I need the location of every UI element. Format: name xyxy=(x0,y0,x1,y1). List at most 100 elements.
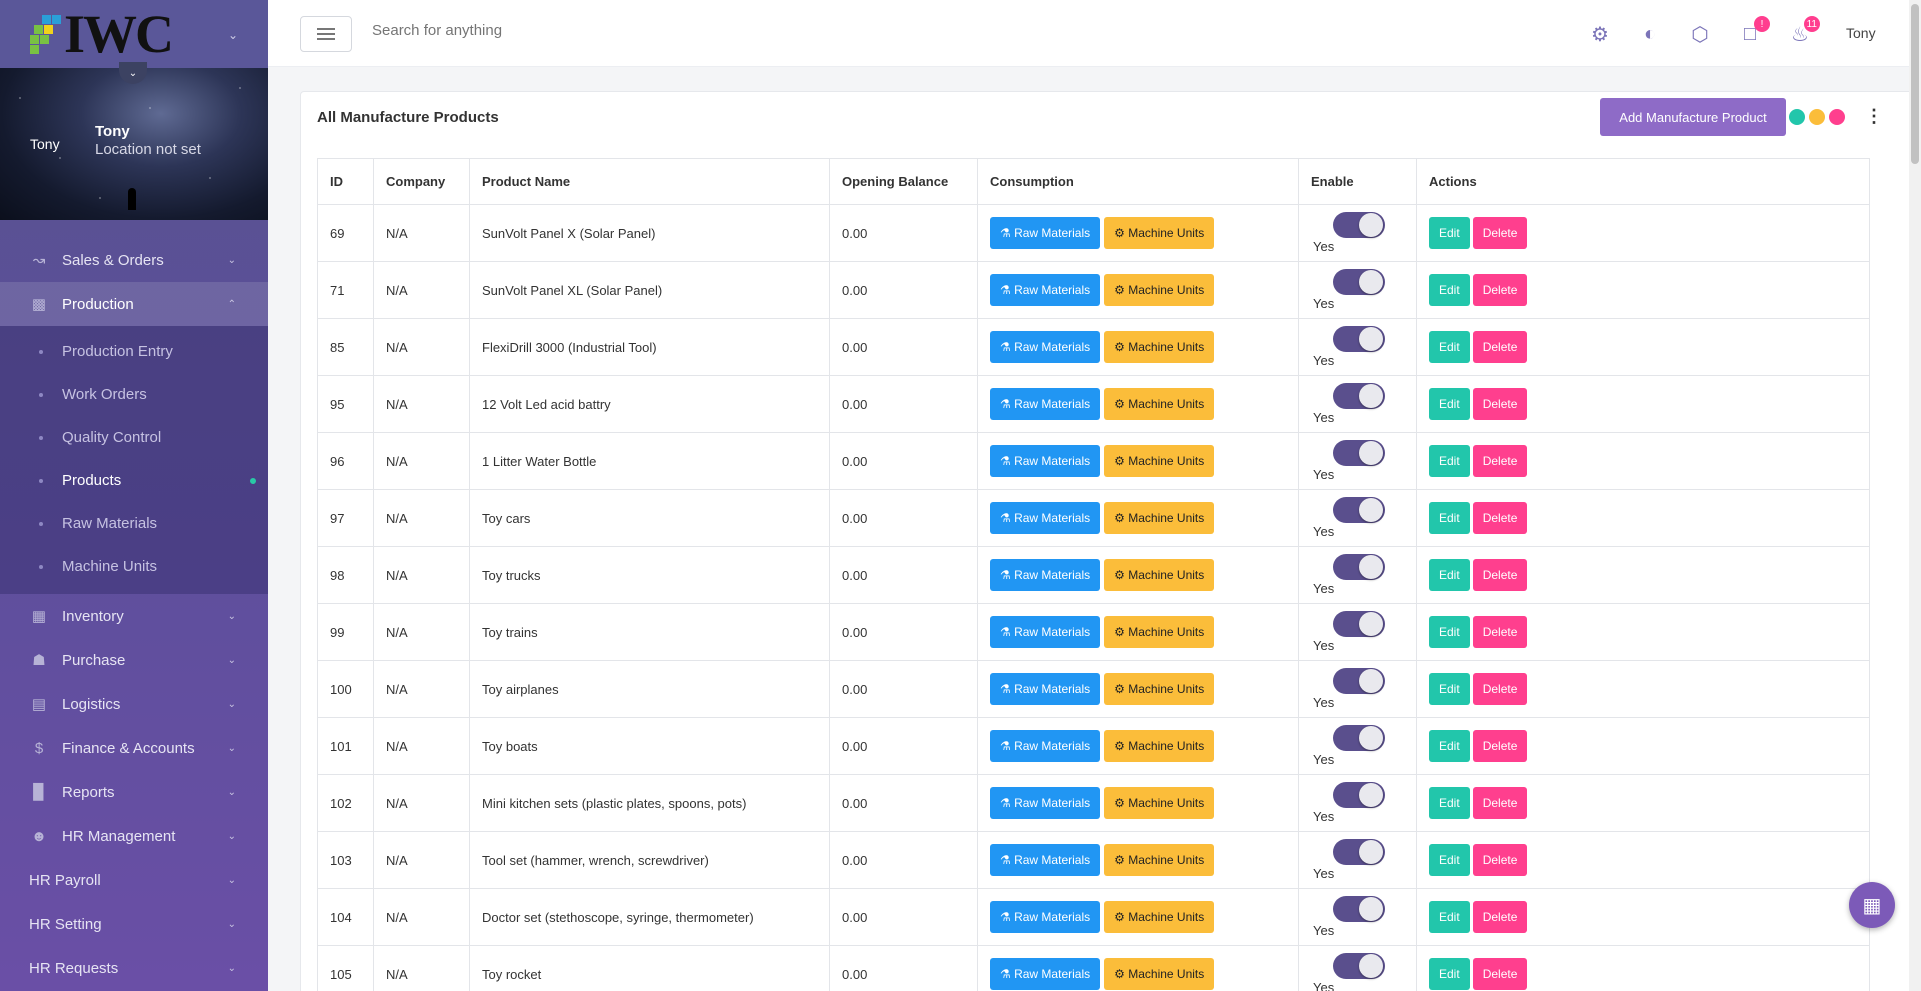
delete-button[interactable]: Delete xyxy=(1472,787,1528,819)
raw-materials-button[interactable]: ⚗ Raw Materials xyxy=(990,217,1101,249)
edit-button[interactable]: Edit xyxy=(1429,502,1470,534)
col-header-product-name[interactable]: Product Name xyxy=(469,158,830,205)
submenu-item-production-entry[interactable]: Production Entry xyxy=(0,330,268,373)
submenu-item-quality-control[interactable]: Quality Control xyxy=(0,416,268,459)
enable-toggle[interactable] xyxy=(1333,439,1385,466)
sidebar-item-inventory[interactable]: ▦ Inventory ⌄ xyxy=(0,594,268,638)
machine-units-button[interactable]: ⚙ Machine Units xyxy=(1104,559,1215,591)
enable-toggle[interactable] xyxy=(1333,895,1385,922)
machine-units-button[interactable]: ⚙ Machine Units xyxy=(1104,274,1215,306)
col-header-enable[interactable]: Enable xyxy=(1298,158,1417,205)
search-input[interactable] xyxy=(372,22,772,39)
logo[interactable]: IWC xyxy=(28,7,174,61)
delete-button[interactable]: Delete xyxy=(1472,958,1528,990)
more-options-icon[interactable]: ⋮ xyxy=(1865,106,1883,127)
apps-grid-icon[interactable]: ▦ xyxy=(1849,882,1895,928)
col-header-company[interactable]: Company xyxy=(373,158,470,205)
enable-toggle[interactable] xyxy=(1333,496,1385,523)
delete-button[interactable]: Delete xyxy=(1472,559,1528,591)
raw-materials-button[interactable]: ⚗ Raw Materials xyxy=(990,445,1101,477)
menu-toggle-button[interactable] xyxy=(300,16,352,52)
col-header-opening-balance[interactable]: Opening Balance xyxy=(829,158,978,205)
sidebar-item-reports[interactable]: ▉ Reports ⌄ xyxy=(0,770,268,814)
raw-materials-button[interactable]: ⚗ Raw Materials xyxy=(990,559,1101,591)
raw-materials-button[interactable]: ⚗ Raw Materials xyxy=(990,616,1101,648)
sidebar-item-hr-management[interactable]: ☻ HR Management ⌄ xyxy=(0,814,268,858)
raw-materials-button[interactable]: ⚗ Raw Materials xyxy=(990,787,1101,819)
enable-toggle[interactable] xyxy=(1333,382,1385,409)
cube-icon[interactable]: ⬡ xyxy=(1688,22,1712,46)
raw-materials-button[interactable]: ⚗ Raw Materials xyxy=(990,844,1101,876)
edit-button[interactable]: Edit xyxy=(1429,217,1470,249)
submenu-item-work-orders[interactable]: Work Orders xyxy=(0,373,268,416)
submenu-item-raw-materials[interactable]: Raw Materials xyxy=(0,502,268,545)
topbar-username[interactable]: Tony xyxy=(1846,25,1876,41)
edit-button[interactable]: Edit xyxy=(1429,901,1470,933)
edit-button[interactable]: Edit xyxy=(1429,559,1470,591)
machine-units-button[interactable]: ⚙ Machine Units xyxy=(1104,958,1215,990)
delete-button[interactable]: Delete xyxy=(1472,730,1528,762)
gear-icon[interactable]: ⚙ xyxy=(1588,22,1612,46)
scrollbar-thumb[interactable] xyxy=(1911,4,1919,164)
add-manufacture-product-button[interactable]: Add Manufacture Product xyxy=(1600,98,1786,136)
color-dot-teal[interactable] xyxy=(1789,109,1805,125)
machine-units-button[interactable]: ⚙ Machine Units xyxy=(1104,787,1215,819)
delete-button[interactable]: Delete xyxy=(1472,274,1528,306)
delete-button[interactable]: Delete xyxy=(1472,331,1528,363)
enable-toggle[interactable] xyxy=(1333,724,1385,751)
edit-button[interactable]: Edit xyxy=(1429,958,1470,990)
edit-button[interactable]: Edit xyxy=(1429,616,1470,648)
machine-units-button[interactable]: ⚙ Machine Units xyxy=(1104,673,1215,705)
machine-units-button[interactable]: ⚙ Machine Units xyxy=(1104,616,1215,648)
edit-button[interactable]: Edit xyxy=(1429,274,1470,306)
col-header-consumption[interactable]: Consumption xyxy=(977,158,1299,205)
edit-button[interactable]: Edit xyxy=(1429,730,1470,762)
machine-units-button[interactable]: ⚙ Machine Units xyxy=(1104,730,1215,762)
machine-units-button[interactable]: ⚙ Machine Units xyxy=(1104,445,1215,477)
raw-materials-button[interactable]: ⚗ Raw Materials xyxy=(990,388,1101,420)
raw-materials-button[interactable]: ⚗ Raw Materials xyxy=(990,673,1101,705)
raw-materials-button[interactable]: ⚗ Raw Materials xyxy=(990,958,1101,990)
machine-units-button[interactable]: ⚙ Machine Units xyxy=(1104,901,1215,933)
delete-button[interactable]: Delete xyxy=(1472,901,1528,933)
machine-units-button[interactable]: ⚙ Machine Units xyxy=(1104,331,1215,363)
color-dot-yellow[interactable] xyxy=(1809,109,1825,125)
machine-units-button[interactable]: ⚙ Machine Units xyxy=(1104,502,1215,534)
enable-toggle[interactable] xyxy=(1333,610,1385,637)
edit-button[interactable]: Edit xyxy=(1429,787,1470,819)
enable-toggle[interactable] xyxy=(1333,211,1385,238)
raw-materials-button[interactable]: ⚗ Raw Materials xyxy=(990,274,1101,306)
sidebar-item-hr-setting[interactable]: HR Setting ⌄ xyxy=(0,902,268,946)
raw-materials-button[interactable]: ⚗ Raw Materials xyxy=(990,331,1101,363)
sidebar-item-finance[interactable]: $ Finance & Accounts ⌄ xyxy=(0,726,268,770)
delete-button[interactable]: Delete xyxy=(1472,673,1528,705)
edit-button[interactable]: Edit xyxy=(1429,331,1470,363)
color-dot-pink[interactable] xyxy=(1829,109,1845,125)
sidebar-item-hr-requests[interactable]: HR Requests ⌄ xyxy=(0,946,268,990)
sidebar-item-sales-orders[interactable]: ↝ Sales & Orders ⌄ xyxy=(0,238,268,282)
enable-toggle[interactable] xyxy=(1333,325,1385,352)
bell-icon[interactable]: ♨ 11 xyxy=(1788,16,1820,46)
delete-button[interactable]: Delete xyxy=(1472,502,1528,534)
theme-contrast-icon[interactable]: ◐ xyxy=(1638,22,1662,46)
enable-toggle[interactable] xyxy=(1333,781,1385,808)
edit-button[interactable]: Edit xyxy=(1429,388,1470,420)
delete-button[interactable]: Delete xyxy=(1472,388,1528,420)
sidebar-item-logistics[interactable]: ▤ Logistics ⌄ xyxy=(0,682,268,726)
edit-button[interactable]: Edit xyxy=(1429,844,1470,876)
enable-toggle[interactable] xyxy=(1333,553,1385,580)
raw-materials-button[interactable]: ⚗ Raw Materials xyxy=(990,730,1101,762)
machine-units-button[interactable]: ⚙ Machine Units xyxy=(1104,388,1215,420)
col-header-id[interactable]: ID xyxy=(317,158,374,205)
delete-button[interactable]: Delete xyxy=(1472,616,1528,648)
enable-toggle[interactable] xyxy=(1333,268,1385,295)
message-icon[interactable]: □ ! xyxy=(1738,16,1770,46)
enable-toggle[interactable] xyxy=(1333,838,1385,865)
edit-button[interactable]: Edit xyxy=(1429,445,1470,477)
edit-button[interactable]: Edit xyxy=(1429,673,1470,705)
enable-toggle[interactable] xyxy=(1333,952,1385,979)
raw-materials-button[interactable]: ⚗ Raw Materials xyxy=(990,502,1101,534)
raw-materials-button[interactable]: ⚗ Raw Materials xyxy=(990,901,1101,933)
delete-button[interactable]: Delete xyxy=(1472,217,1528,249)
submenu-item-machine-units[interactable]: Machine Units xyxy=(0,545,268,588)
